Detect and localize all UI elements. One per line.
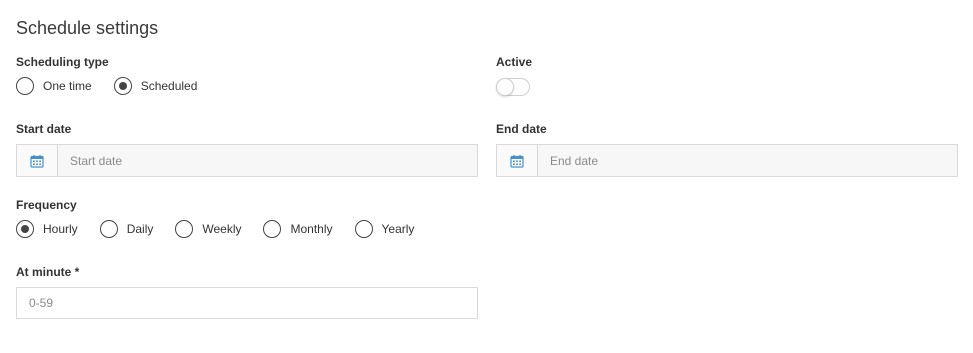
radio-label: Scheduled bbox=[140, 79, 198, 93]
radio-circle[interactable] bbox=[263, 220, 282, 238]
radio-circle[interactable] bbox=[99, 220, 118, 238]
end-date-input[interactable] bbox=[538, 145, 957, 176]
radio-circle[interactable] bbox=[16, 77, 34, 95]
active-toggle[interactable] bbox=[496, 78, 530, 96]
radio-one-time[interactable]: One time bbox=[16, 77, 92, 95]
frequency-label: Frequency bbox=[16, 198, 77, 212]
at-minute-label: At minute * bbox=[16, 265, 80, 279]
radio-daily[interactable]: Daily bbox=[99, 220, 154, 238]
calendar-icon-button[interactable] bbox=[17, 145, 58, 176]
radio-label: Weekly bbox=[202, 222, 242, 236]
radio-hourly[interactable]: Hourly bbox=[16, 220, 78, 238]
radio-scheduled[interactable]: Scheduled bbox=[113, 77, 198, 95]
calendar-icon bbox=[30, 154, 44, 168]
radio-circle[interactable] bbox=[354, 220, 373, 238]
radio-monthly[interactable]: Monthly bbox=[263, 220, 333, 238]
calendar-icon bbox=[510, 154, 524, 168]
end-date-field bbox=[496, 144, 958, 177]
start-date-input[interactable] bbox=[58, 145, 477, 176]
radio-weekly[interactable]: Weekly bbox=[175, 220, 241, 238]
radio-label: Yearly bbox=[381, 222, 415, 236]
active-label: Active bbox=[496, 55, 533, 69]
radio-selected-dot bbox=[118, 82, 127, 90]
page-title: Schedule settings bbox=[16, 18, 159, 38]
start-date-label: Start date bbox=[16, 122, 72, 136]
frequency-radio-group: Hourly Daily Weekly Monthly Yearly bbox=[16, 220, 436, 238]
start-date-field bbox=[16, 144, 478, 177]
radio-label: One time bbox=[43, 79, 92, 93]
scheduling-type-radio-group: One time Scheduled bbox=[16, 77, 219, 95]
scheduling-type-label: Scheduling type bbox=[16, 55, 109, 69]
radio-yearly[interactable]: Yearly bbox=[354, 220, 415, 238]
radio-circle[interactable] bbox=[16, 220, 34, 238]
radio-label: Monthly bbox=[290, 222, 333, 236]
toggle-knob bbox=[496, 78, 514, 96]
calendar-icon-button[interactable] bbox=[497, 145, 538, 176]
radio-label: Daily bbox=[126, 222, 154, 236]
at-minute-input[interactable] bbox=[16, 287, 478, 319]
radio-label: Hourly bbox=[43, 222, 78, 236]
radio-circle[interactable] bbox=[175, 220, 194, 238]
end-date-label: End date bbox=[496, 122, 547, 136]
radio-selected-dot bbox=[21, 225, 29, 233]
radio-circle[interactable] bbox=[113, 77, 132, 95]
